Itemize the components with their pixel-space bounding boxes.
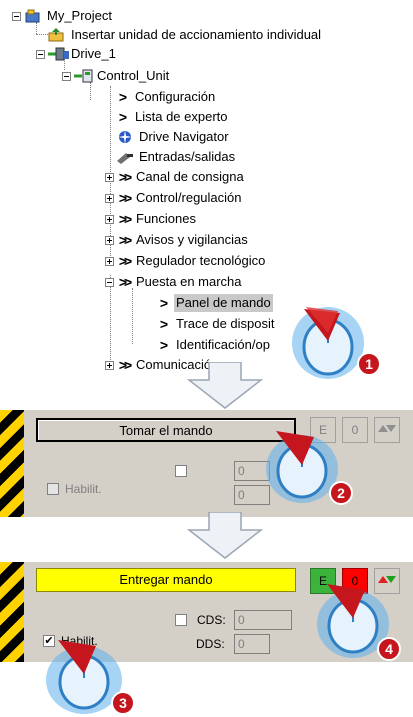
give-control-button[interactable]: Entregar mando <box>36 568 296 592</box>
tree-item-panel-de-mando[interactable]: > Panel de mando <box>157 294 273 312</box>
tree-label: Panel de mando <box>174 294 273 312</box>
field-value: 0 <box>238 637 245 651</box>
io-icon <box>116 149 134 165</box>
tree-label: Control_Unit <box>97 68 170 83</box>
tree-item-avisos[interactable]: >> Avisos y vigilancias <box>105 231 250 249</box>
tree-label: Entradas/salidas <box>139 149 236 164</box>
tree-item-entradas-salidas[interactable]: Entradas/salidas <box>116 148 237 166</box>
dds-field[interactable]: 0 <box>234 634 270 654</box>
drive-icon <box>48 46 69 62</box>
tree-label: Regulador tecnológico <box>136 253 266 268</box>
expand-icon[interactable] <box>105 360 114 370</box>
flow-arrow <box>186 512 264 559</box>
direction-button[interactable] <box>374 417 400 443</box>
expand-icon[interactable] <box>105 256 114 266</box>
tree-item-lista-experto[interactable]: > Lista de experto <box>116 108 230 126</box>
tree-item-regulador[interactable]: >> Regulador tecnológico <box>105 252 267 270</box>
tree-item-trace[interactable]: > Trace de disposit <box>157 315 277 333</box>
control-unit-icon <box>74 68 93 84</box>
cds-select[interactable]: 0 <box>234 610 292 630</box>
collapse-icon[interactable] <box>105 277 114 287</box>
collapse-icon[interactable] <box>62 71 71 81</box>
cds-label: CDS: <box>197 464 226 478</box>
tree-item-control-regulacion[interactable]: >> Control/regulación <box>105 189 244 207</box>
tree-label: Canal de consigna <box>136 169 244 184</box>
step-badge-2: 2 <box>329 481 353 505</box>
double-chevron-icon: >> <box>118 169 132 185</box>
dds-label: DDS: <box>196 487 225 501</box>
expand-icon[interactable] <box>105 235 114 245</box>
insert-icon <box>48 27 66 43</box>
step-badge-4: 4 <box>377 637 401 661</box>
chevron-right-icon: > <box>159 316 169 332</box>
double-chevron-icon: >> <box>118 253 132 269</box>
collapse-icon[interactable] <box>12 11 21 21</box>
field-value: 0 <box>238 613 245 627</box>
enable-label: Habilit. <box>65 482 102 496</box>
tree-label: Puesta en marcha <box>136 274 242 289</box>
tree-label: Funciones <box>136 211 196 226</box>
double-chevron-icon: >> <box>118 190 132 206</box>
double-chevron-icon: >> <box>118 232 132 248</box>
tree-item-configuracion[interactable]: > Configuración <box>116 88 217 106</box>
tree-item-drive-navigator[interactable]: Drive Navigator <box>116 128 231 146</box>
tree-label: Configuración <box>135 89 216 104</box>
step-badge-3: 3 <box>111 691 135 715</box>
svg-text:4: 4 <box>385 641 393 657</box>
button-label: Entregar mando <box>119 572 213 587</box>
svg-text:1: 1 <box>365 356 373 372</box>
tree-node-project[interactable]: My_Project <box>12 7 114 25</box>
expand-icon[interactable] <box>105 214 114 224</box>
svg-text:2: 2 <box>337 485 345 501</box>
tree-label: Drive_1 <box>71 46 116 61</box>
double-chevron-icon: >> <box>118 211 132 227</box>
navigator-icon <box>116 129 134 145</box>
field-value: 0 <box>238 464 245 478</box>
chevron-right-icon: > <box>118 89 128 105</box>
tree-label: Trace de disposit <box>176 316 275 331</box>
chevron-right-icon: > <box>159 295 169 311</box>
double-chevron-icon: >> <box>118 357 132 373</box>
tree-item-puesta-en-marcha[interactable]: >> Puesta en marcha <box>105 273 244 291</box>
step-badge-1: 1 <box>357 352 381 376</box>
direction-arrows-icon <box>378 425 396 432</box>
cds-checkbox[interactable] <box>175 465 187 477</box>
tree-node-insert-drive[interactable]: Insertar unidad de accionamiento individ… <box>48 26 323 44</box>
cds-label: CDS: <box>197 613 226 627</box>
tree-item-canal-consigna[interactable]: >> Canal de consigna <box>105 168 246 186</box>
tree-label: Identificación/op <box>176 337 270 352</box>
tree-item-identificacion[interactable]: > Identificación/op <box>157 336 272 354</box>
hazard-stripe <box>0 410 24 517</box>
project-icon <box>24 8 42 24</box>
tree-label: Avisos y vigilancias <box>136 232 248 247</box>
svg-text:3: 3 <box>119 695 127 711</box>
expand-icon[interactable] <box>105 193 114 203</box>
tree-label: My_Project <box>47 8 113 23</box>
tree-label: Insertar unidad de accionamiento individ… <box>71 27 322 42</box>
field-value: 0 <box>238 488 245 502</box>
double-chevron-icon: >> <box>118 274 132 290</box>
tree-item-funciones[interactable]: >> Funciones <box>105 210 198 228</box>
tree-label: Control/regulación <box>136 190 242 205</box>
enable-checkbox[interactable] <box>47 483 59 495</box>
chevron-right-icon: > <box>159 337 169 353</box>
tree-label: Drive Navigator <box>139 129 229 144</box>
take-control-button[interactable]: Tomar el mando <box>36 418 296 442</box>
cds-checkbox[interactable] <box>175 614 187 626</box>
dds-label: DDS: <box>196 637 225 651</box>
flow-arrow <box>186 362 264 409</box>
hazard-stripe <box>0 562 24 662</box>
tree-node-control-unit[interactable]: Control_Unit <box>62 67 171 85</box>
collapse-icon[interactable] <box>36 49 45 59</box>
tree-node-drive[interactable]: Drive_1 <box>36 45 118 63</box>
expand-icon[interactable] <box>105 172 114 182</box>
chevron-right-icon: > <box>118 109 128 125</box>
tree-label: Lista de experto <box>135 109 228 124</box>
button-label: Tomar el mando <box>119 423 213 438</box>
